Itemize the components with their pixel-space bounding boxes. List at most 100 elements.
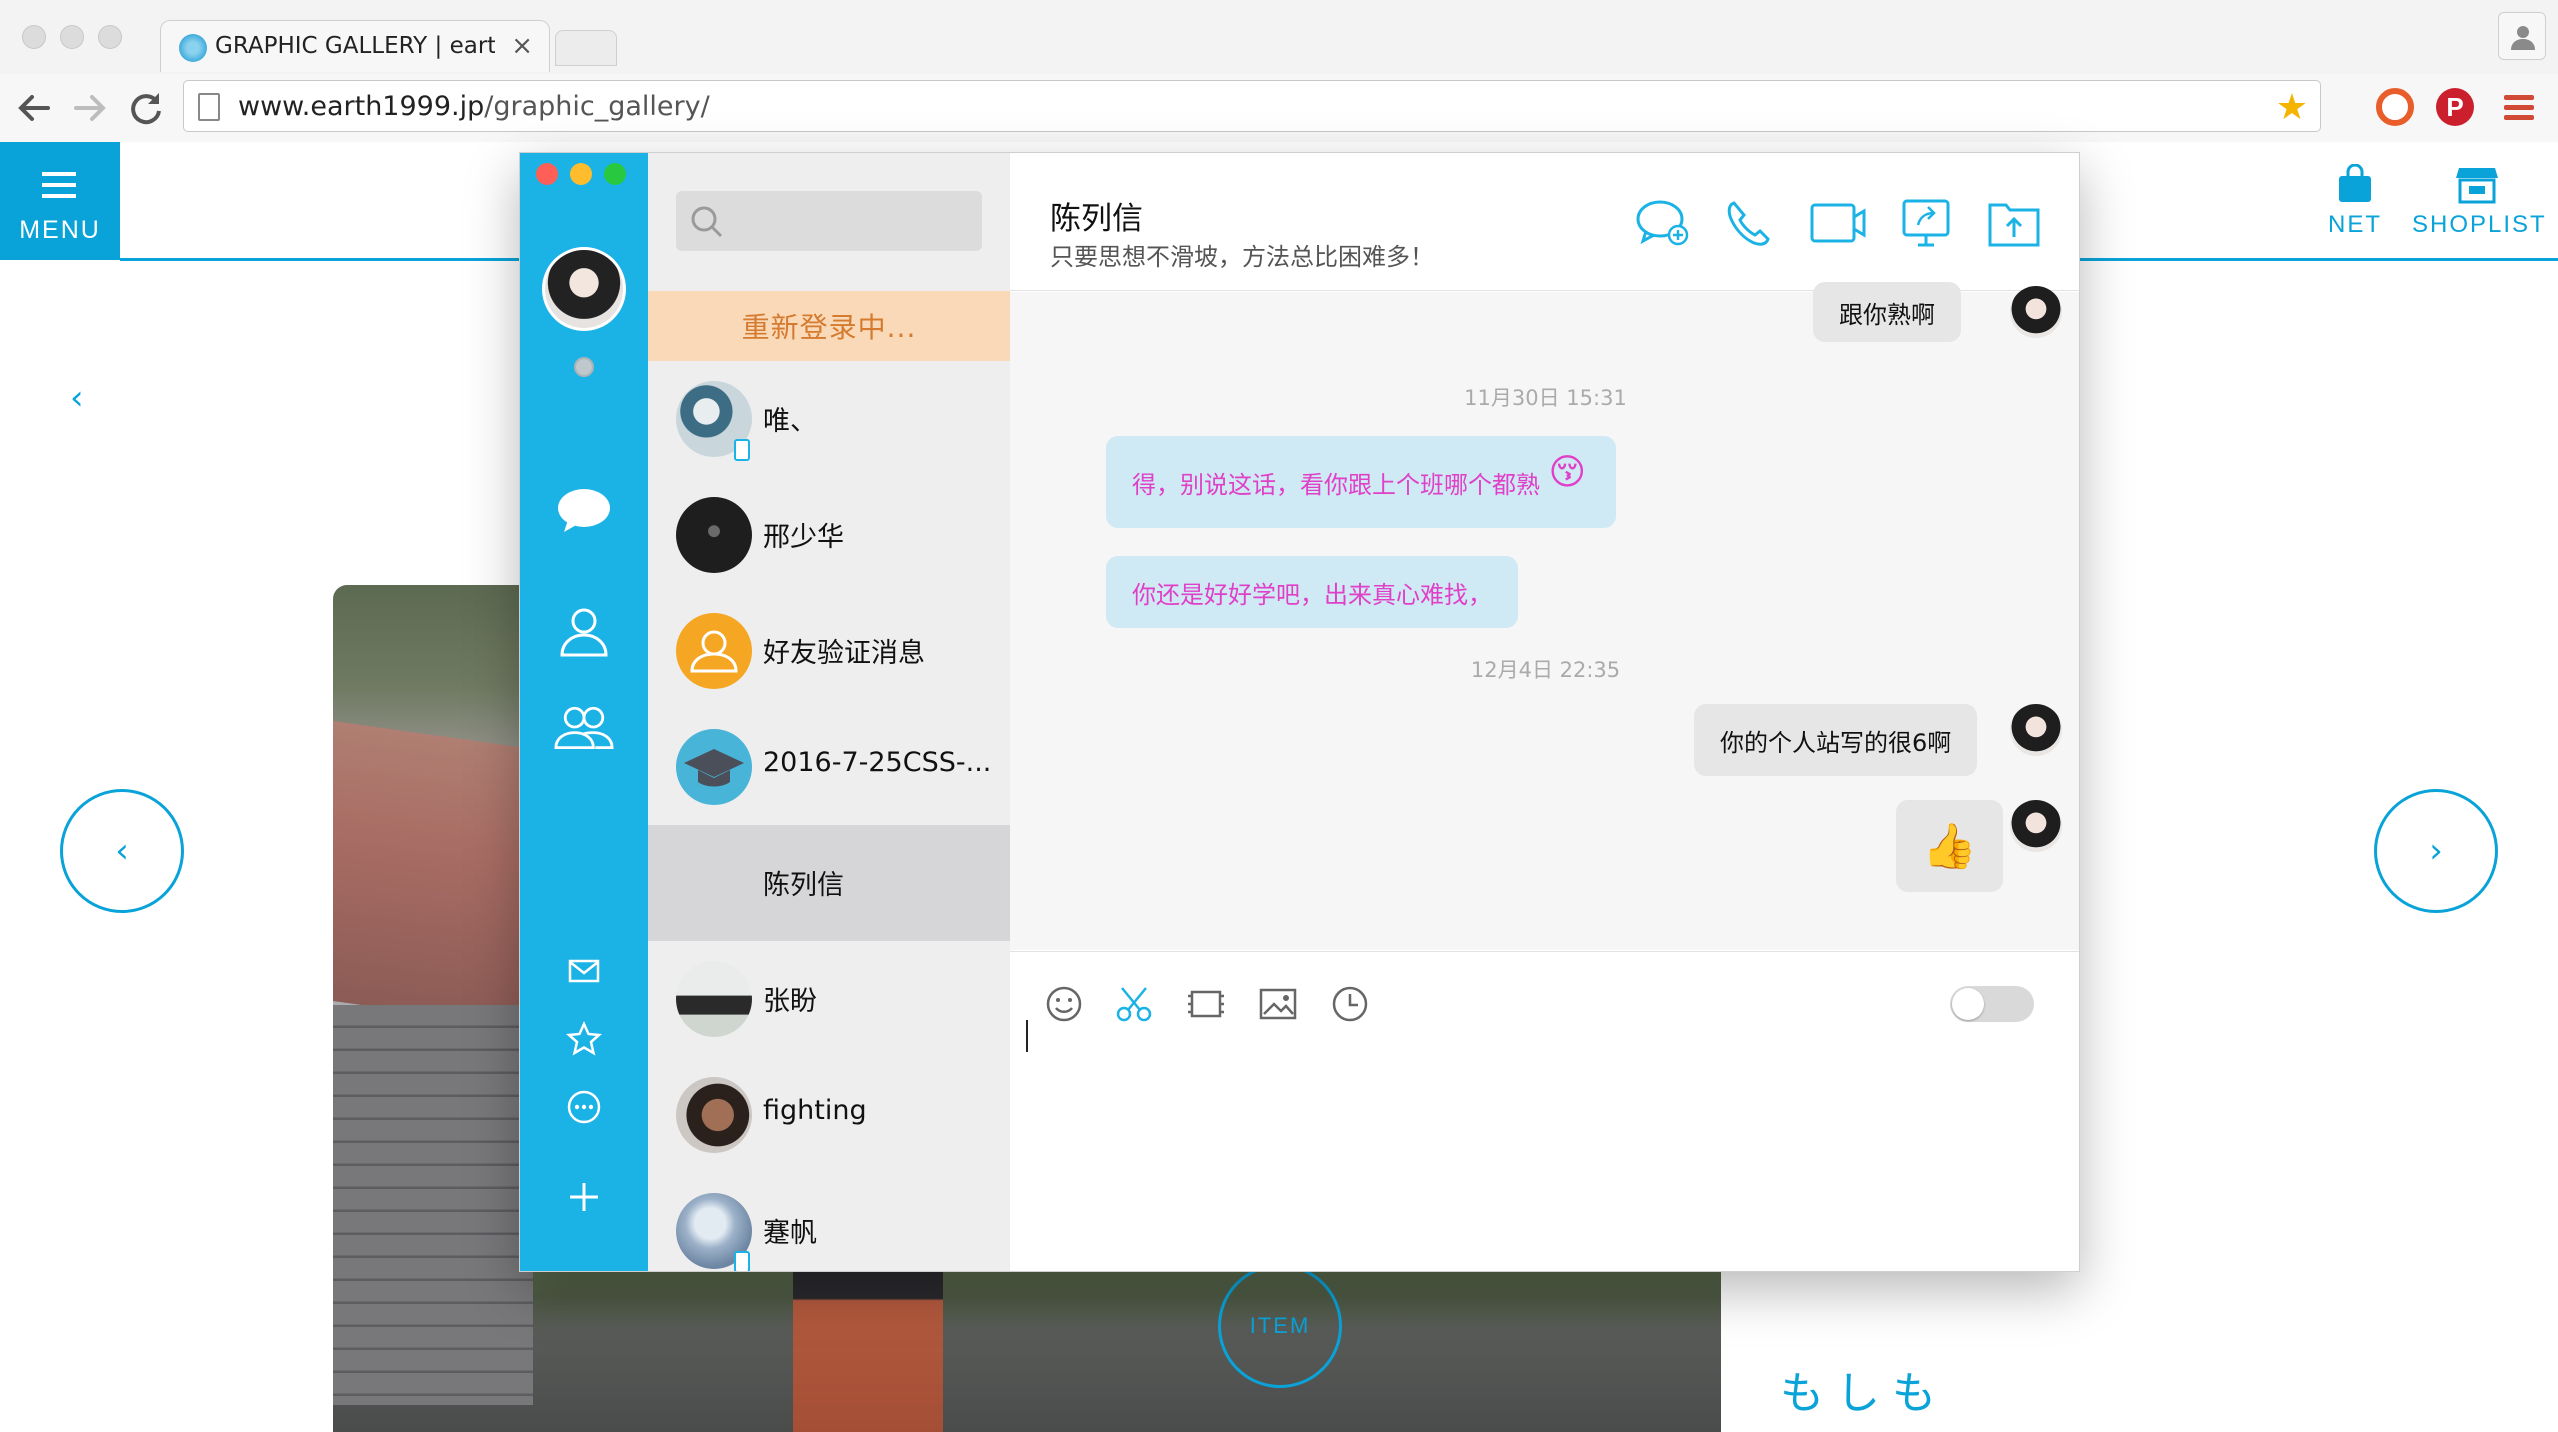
svg-text:P: P [2446,92,2463,122]
mail-button[interactable] [554,943,614,999]
online-status-indicator[interactable] [574,357,594,377]
contact-item[interactable]: 唯、 [648,361,1010,477]
contacts-tab[interactable] [554,603,614,659]
mobile-online-icon [734,439,750,461]
voice-call-icon[interactable] [1722,197,1778,249]
person-outline-icon [690,630,738,673]
image-icon[interactable] [1258,984,1298,1024]
contact-name: 邢少华 [763,522,844,553]
contact-item[interactable]: 张盼 [648,941,1010,1057]
message-text: 得，别说这话，看你跟上个班哪个都熟 [1132,470,1540,499]
peer-signature: 只要思想不滑坡，方法总比困难多！ [1050,243,1434,271]
tab-close-button[interactable]: × [511,31,533,61]
screen-share-icon[interactable] [1898,197,1954,249]
back-arrow-icon[interactable] [14,88,54,128]
contact-name: 唯、 [763,406,817,437]
message-timestamp: 11月30日 15:31 [1464,386,1627,410]
contact-name: 好友验证消息 [763,638,925,669]
menu-button[interactable]: MENU [0,142,120,260]
chat-zoom-button[interactable] [604,163,626,185]
item-button[interactable]: ITEM [1218,1264,1342,1388]
shopping-bag-icon [2339,163,2371,202]
photo-wall [333,1005,533,1405]
chat-close-button[interactable] [536,163,558,185]
shoplist-label: SHOPLIST [2412,211,2547,238]
japanese-caption: もしも [1780,1368,1948,1419]
my-avatar[interactable] [542,247,626,331]
new-tab-button[interactable] [555,30,617,66]
relogin-banner[interactable]: 重新登录中... [648,291,1010,361]
chat-sidebar-rail [520,153,648,1271]
opera-extension-icon[interactable] [2376,88,2414,126]
contact-avatar [676,1077,752,1153]
message-timestamp: 12月4日 22:35 [1470,658,1621,682]
address-bar[interactable]: www.earth1999.jp/graphic_gallery/ ★ [183,80,2321,132]
contact-item[interactable]: 蹇帆 [648,1173,1010,1271]
groups-tab[interactable] [554,699,614,755]
message-bubble-incoming[interactable]: 你还是好好学吧，出来真心难找， [1106,556,1518,628]
video-clip-icon[interactable] [1186,984,1226,1024]
toggle-knob [1952,988,1984,1020]
net-button[interactable]: NET [2325,163,2385,239]
contact-item-selected[interactable]: 陈列信 [648,825,1010,941]
contact-name: 2016-7-25CSS-... [763,747,992,778]
next-slide-button[interactable]: › [2374,789,2498,913]
more-dots-icon [567,1090,601,1124]
favorites-button[interactable] [554,1011,614,1067]
pinterest-extension-icon[interactable]: P [2436,88,2474,126]
graduation-cap-icon [684,749,744,787]
contact-item[interactable]: 邢少华 [648,477,1010,593]
hamburger-menu-icon[interactable] [2500,88,2538,126]
contact-name: 张盼 [763,986,817,1017]
search-icon [691,206,723,238]
file-upload-icon[interactable] [1986,197,2042,249]
chevron-left-icon: ‹ [115,831,129,871]
text-caret [1026,1020,1028,1052]
video-call-icon[interactable] [1810,197,1866,249]
address-url: www.earth1999.jp/graphic_gallery/ [238,91,710,122]
history-clock-icon[interactable] [1330,984,1370,1024]
contact-avatar [676,613,752,689]
window-zoom-button[interactable] [98,25,122,49]
search-input[interactable] [676,191,982,251]
emoji-picker-icon[interactable] [1044,984,1084,1024]
message-history: 跟你熟啊 11月30日 15:31 得，别说这话，看你跟上个班哪个都熟 😚 你还… [1010,282,2079,950]
mobile-online-icon [734,1251,750,1271]
peer-name: 陈列信 [1050,201,1143,237]
window-close-button[interactable] [22,25,46,49]
my-message-avatar [2010,704,2062,756]
message-text: 你还是好好学吧，出来真心难找， [1132,580,1492,609]
contact-item[interactable]: fighting [648,1057,1010,1173]
add-chat-icon[interactable] [1634,197,1690,249]
shoplist-button[interactable]: SHOPLIST [2412,164,2547,239]
browser-tab[interactable]: GRAPHIC GALLERY | earth × [160,20,550,72]
forward-arrow-icon[interactable] [70,88,110,128]
message-bubble-outgoing[interactable]: 👍 [1896,800,2003,892]
more-button[interactable] [554,1079,614,1135]
person-icon [2511,26,2535,50]
contact-name: fighting [763,1095,867,1126]
scissors-screenshot-icon[interactable] [1114,984,1154,1024]
item-label: ITEM [1249,1313,1311,1338]
reload-icon[interactable] [126,88,166,128]
contact-item[interactable]: 好友验证消息 [648,593,1010,709]
message-bubble-outgoing[interactable]: 跟你熟啊 [1813,282,1961,342]
my-message-avatar [2010,286,2062,338]
message-bubble-outgoing[interactable]: 你的个人站写的很6啊 [1694,704,1978,776]
contact-item[interactable]: 2016-7-25CSS-... [648,709,1010,825]
prev-slide-button[interactable]: ‹ [60,789,184,913]
star-outline-icon [566,1021,602,1056]
add-button[interactable] [554,1169,614,1225]
profile-button[interactable] [2498,12,2546,60]
contact-name: 蹇帆 [763,1218,817,1249]
message-bubble-incoming[interactable]: 得，别说这话，看你跟上个班哪个都熟 😚 [1106,436,1616,528]
chat-minimize-button[interactable] [570,163,592,185]
chevron-right-icon: › [2429,831,2443,871]
contact-avatar [676,961,752,1037]
compose-area[interactable] [1010,951,2079,1271]
window-minimize-button[interactable] [60,25,84,49]
back-chevron-icon[interactable]: ‹ [70,378,84,418]
bookmark-star-icon[interactable]: ★ [2276,87,2308,128]
messages-tab[interactable] [554,483,614,539]
voice-mode-toggle[interactable] [1950,986,2034,1022]
